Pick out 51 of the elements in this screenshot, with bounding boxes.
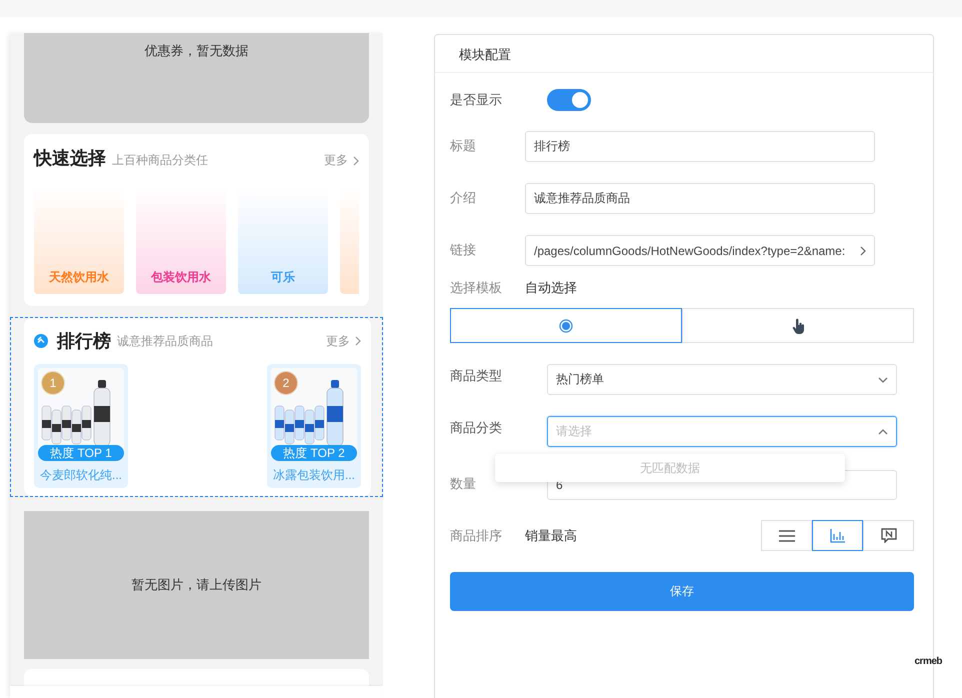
save-button[interactable]: 保存 — [450, 572, 914, 611]
field-value: 销量最高 — [525, 526, 577, 544]
category-label: 可乐 — [271, 269, 295, 286]
coupon-empty-text: 优惠券，暂无数据 — [144, 42, 248, 60]
product-card[interactable]: 2 热度 TOP 2 冰露包装饮用... — [267, 364, 361, 488]
section-subtitle: 诚意推荐品质商品 — [117, 332, 214, 350]
more-link[interactable]: 更多 — [324, 152, 359, 170]
category-label: 包装饮用水 — [151, 269, 211, 286]
list-icon — [778, 530, 794, 542]
chevron-right-icon — [353, 156, 359, 166]
rank-tag: 热度 TOP 2 — [271, 445, 357, 462]
logo: crmeb — [914, 656, 942, 667]
caret-down-icon — [878, 376, 888, 382]
field-label: 商品类型 — [450, 367, 503, 385]
field-label: 介绍 — [450, 189, 477, 207]
field-label: 数量 — [450, 475, 477, 493]
product-name: 今麦郎软化纯... — [40, 467, 122, 484]
select-field[interactable]: 请选择 — [547, 416, 897, 447]
text-field[interactable]: 排行榜 — [525, 131, 875, 162]
product-card[interactable]: 1 热度 TOP 1 今麦郎软化纯... — [34, 364, 128, 488]
field-label: 商品分类 — [450, 419, 503, 437]
panel-title: 模块配置 — [459, 47, 511, 62]
text-field[interactable]: 诚意推荐品质商品 — [525, 183, 875, 214]
section-subtitle: 上百种商品分类任 — [112, 152, 209, 170]
new-badge-icon — [880, 528, 896, 543]
template-option[interactable] — [450, 308, 682, 343]
field-label: 商品排序 — [450, 526, 503, 544]
toggle-switch[interactable] — [547, 89, 591, 111]
field-label: 链接 — [450, 241, 477, 259]
field-label: 标题 — [450, 137, 477, 155]
image-empty-text: 暂无图片，请上传图片 — [132, 576, 262, 594]
section-title: 快速选择 — [34, 147, 106, 170]
select-field[interactable]: 热门榜单 — [547, 364, 897, 395]
more-link[interactable]: 更多 — [326, 332, 361, 350]
category-label: 天然饮用水 — [49, 269, 109, 286]
caret-up-icon — [878, 428, 888, 434]
field-label: 是否显示 — [450, 91, 503, 109]
chevron-right-icon — [355, 336, 361, 346]
chevron-right-icon — [860, 246, 866, 256]
field-label: 选择模板 — [450, 279, 503, 297]
product-name: 冰露包装饮用... — [272, 467, 355, 484]
bar-chart-icon — [830, 528, 845, 542]
rank-tag: 热度 TOP 1 — [38, 445, 124, 462]
ranking-icon — [34, 334, 48, 348]
section-title: 排行榜 — [57, 330, 111, 354]
selected-module-outline[interactable]: 排行榜 诚意推荐品质商品 更多 1 热度 TOP 1 今麦郎软化纯... 2 热度 TOP 2 冰露包装饮用... — [10, 317, 383, 498]
link-field[interactable]: /pages/columnGoods/HotNewGoods/index?type=2&name: — [525, 235, 875, 266]
sort-option[interactable] — [812, 520, 863, 551]
radio-icon — [559, 318, 573, 332]
hand-pointer-icon — [792, 318, 804, 334]
field-value: 自动选择 — [525, 279, 577, 297]
